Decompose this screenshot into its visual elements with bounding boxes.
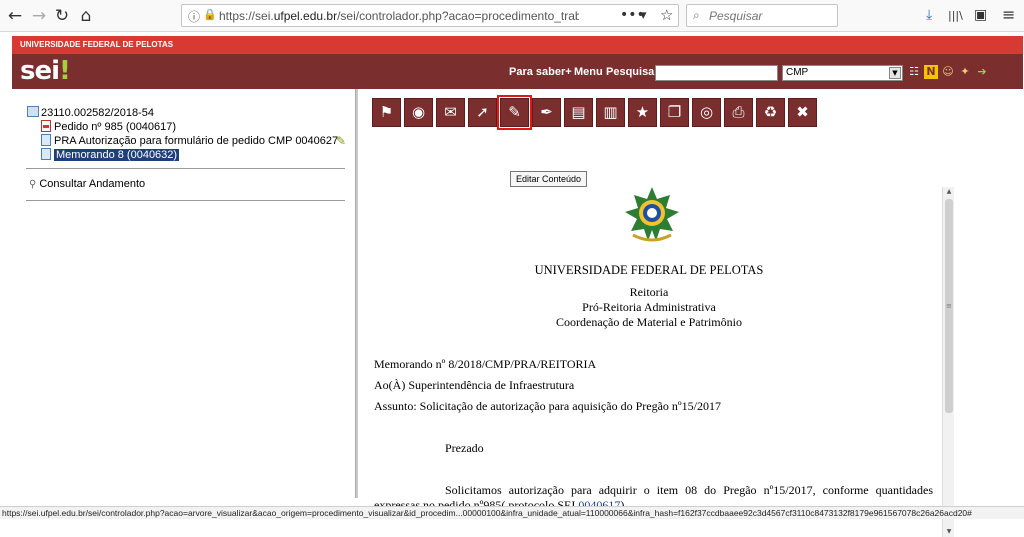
menu-link[interactable]: Menu	[574, 66, 603, 78]
tree-document-item[interactable]: Pedido nº 985 (0040617)	[41, 120, 176, 134]
pdf-icon	[41, 120, 51, 132]
tree-document-item[interactable]: PRA Autorização para formulário de pedid…	[41, 134, 338, 148]
institution-bar: UNIVERSIDADE FEDERAL DE PELOTAS	[12, 36, 1023, 54]
document-scrollbar[interactable]: ▲ ≡ ▼	[942, 187, 954, 537]
unit-select[interactable]: CMP ▼	[782, 65, 903, 81]
news-icon[interactable]: N	[924, 65, 938, 79]
pesquisa-input[interactable]	[655, 65, 778, 81]
reload-icon[interactable]: ↻	[51, 5, 73, 27]
enviar-processo-icon: ➚	[476, 103, 489, 121]
modelo-icon: ▥	[603, 103, 618, 121]
para-saber-link[interactable]: Para saber+	[509, 66, 572, 78]
site-info-icon[interactable]: ⓘ	[188, 8, 200, 25]
scroll-down-icon[interactable]: ▼	[943, 527, 955, 537]
brazil-coat-of-arms-icon	[625, 187, 679, 242]
divider	[26, 200, 345, 201]
doc-unit-line: Reitoria	[629, 285, 669, 299]
cancelar-icon: ✖	[796, 103, 809, 121]
document-icon	[41, 148, 51, 160]
magnifier-icon: ⚲	[29, 179, 37, 190]
memo-number: Memorando nº 8/2018/CMP/PRA/REITORIA	[374, 357, 597, 371]
memo-subject: Assunto: Solicitação de autorização para…	[374, 399, 721, 413]
toolbar-button[interactable]: ▥	[596, 98, 625, 127]
browser-search[interactable]: ⌕	[686, 4, 838, 27]
toolbar-button[interactable]: ★	[628, 98, 657, 127]
memo-body-line: Solicitamos autorização para adquirir o …	[445, 483, 933, 497]
incluir-bloco-icon: ▤	[571, 103, 586, 121]
grid-icon[interactable]: ☷	[907, 65, 921, 79]
browser-toolbar: ← → ↻ ⌂ ⓘ 🔒 https://sei.ufpel.edu.br/sei…	[0, 0, 1024, 32]
consultar-andamento-link[interactable]: ⚲ Consultar Andamento	[29, 177, 145, 191]
toolbar-button[interactable]: ✖	[788, 98, 817, 127]
sei-header: sei! Para saber+ Menu Pesquisa CMP ▼ ☷ N…	[12, 54, 1023, 89]
url-text[interactable]: https://sei.ufpel.edu.br/sei/controlador…	[219, 9, 579, 23]
tree-document-item-selected[interactable]: Memorando 8 (0040632)	[41, 148, 180, 162]
toolbar-button[interactable]: ✎	[497, 95, 532, 130]
menu-icon[interactable]: ≡	[1002, 5, 1015, 24]
doc-unit-line: Pró-Reitoria Administrativa	[582, 300, 716, 314]
sei-app: UNIVERSIDADE FEDERAL DE PELOTAS sei! Par…	[12, 36, 1023, 537]
toolbar-button[interactable]: ✒	[532, 98, 561, 127]
editar-conteudo-icon: ✎	[508, 103, 521, 121]
favorito-icon: ★	[635, 103, 650, 121]
process-node[interactable]: 23110.002582/2018-54	[27, 106, 154, 120]
address-bar[interactable]: ⓘ 🔒 https://sei.ufpel.edu.br/sei/control…	[181, 4, 679, 27]
enviar-email-icon: ✉	[444, 103, 457, 121]
acompanhamento-icon: ⚑	[379, 103, 394, 121]
toolbar-button[interactable]: ⎙	[724, 98, 753, 127]
pesquisa-link[interactable]: Pesquisa	[606, 66, 654, 78]
doc-institution: UNIVERSIDADE FEDERAL DE PELOTAS	[534, 263, 764, 277]
forward-icon[interactable]: →	[28, 5, 50, 27]
document-view: UNIVERSIDADE FEDERAL DE PELOTAS Reitoria…	[363, 179, 958, 535]
sei-logo[interactable]: sei!	[20, 56, 71, 86]
pocket-icon[interactable]: ▾	[640, 8, 647, 23]
pencil-icon[interactable]: ✎	[336, 134, 346, 148]
toolbar-button[interactable]: ⚑	[372, 98, 401, 127]
visualizar-icon: ◉	[411, 103, 426, 121]
download-icon[interactable]: ⤓	[926, 7, 932, 23]
user-icon[interactable]: ☺	[941, 65, 955, 79]
bookmark-star-icon[interactable]: ☆	[660, 6, 673, 24]
toolbar-button[interactable]: ✉	[436, 98, 465, 127]
lock-icon: 🔒	[203, 8, 217, 21]
back-icon[interactable]: ←	[4, 5, 26, 27]
library-icon[interactable]: |||\	[948, 9, 963, 22]
toolbar-button[interactable]: ❐	[660, 98, 689, 127]
tools-icon[interactable]: ✦	[958, 65, 972, 79]
toolbar-button[interactable]: ▤	[564, 98, 593, 127]
toolbar-button[interactable]: ➚	[468, 98, 497, 127]
divider	[26, 168, 345, 169]
toolbar-button[interactable]: ◎	[692, 98, 721, 127]
document-icon	[41, 134, 51, 146]
copiar-icon: ❐	[667, 103, 682, 121]
grip-icon: ≡	[946, 302, 952, 310]
toolbar-button[interactable]: ♻	[756, 98, 785, 127]
memo-greeting: Prezado	[445, 441, 484, 455]
ciencia-icon: ◎	[699, 103, 714, 121]
imprimir-icon: ⎙	[732, 103, 745, 121]
home-icon[interactable]: ⌂	[75, 5, 97, 27]
scroll-up-icon[interactable]: ▲	[943, 187, 955, 197]
status-bar: https://sei.ufpel.edu.br/sei/controlador…	[0, 506, 1024, 519]
search-icon: ⌕	[693, 8, 700, 22]
sidebar-icon[interactable]: ▣	[974, 7, 987, 23]
chevron-down-icon[interactable]: ▼	[889, 67, 901, 79]
process-tree: 23110.002582/2018-54 Pedido nº 985 (0040…	[12, 89, 355, 498]
process-icon	[27, 106, 39, 117]
search-input[interactable]	[709, 7, 834, 24]
doc-unit-line: Coordenação de Material e Patrimônio	[556, 315, 742, 329]
toolbar-button[interactable]: ◉	[404, 98, 433, 127]
document-content: UNIVERSIDADE FEDERAL DE PELOTAS Reitoria…	[363, 179, 935, 535]
document-panel: ⚑ ◉ ✉ ➚ ✎ ✒ ▤ ▥ ★ ❐ ◎ ⎙ ♻ ✖ Editar Conteúdo UNIVERSID…	[358, 89, 1023, 537]
excluir-icon: ♻	[763, 103, 778, 121]
exit-icon[interactable]: ➔	[975, 65, 989, 79]
assinar-icon: ✒	[540, 103, 553, 121]
memo-recipient: Ao(À) Superintendência de Infraestrutura	[374, 378, 575, 392]
